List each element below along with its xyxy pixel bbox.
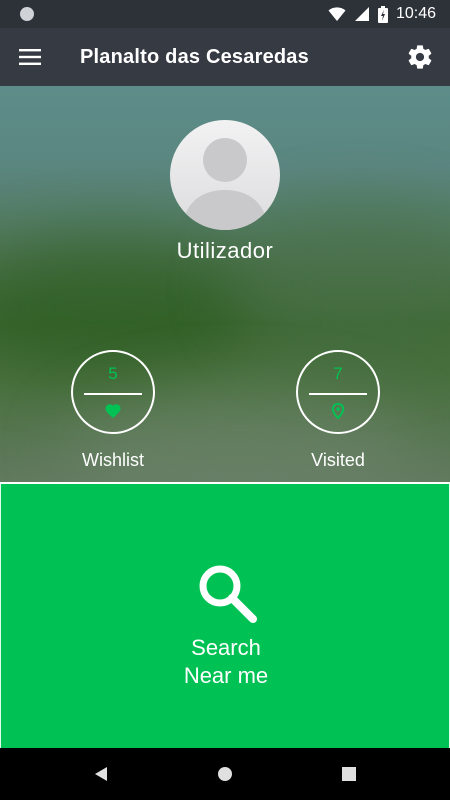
visited-stat[interactable]: 7 xyxy=(296,350,380,434)
wishlist-count: 5 xyxy=(108,364,118,383)
divider xyxy=(84,393,142,395)
divider xyxy=(309,393,367,395)
recents-icon xyxy=(342,767,356,781)
wifi-icon xyxy=(328,7,346,21)
page-title: Planalto das Cesaredas xyxy=(80,45,309,68)
default-avatar-icon xyxy=(182,138,268,230)
search-icon xyxy=(199,565,257,623)
search-label-line1: Search xyxy=(191,635,261,660)
map-pin-icon xyxy=(331,402,345,420)
battery-icon xyxy=(377,5,388,23)
hamburger-menu-icon xyxy=(19,49,41,65)
recents-button[interactable] xyxy=(338,763,360,785)
status-right: 10:46 xyxy=(328,5,436,23)
back-button[interactable] xyxy=(90,763,112,785)
home-button[interactable] xyxy=(214,763,236,785)
background-image-layer xyxy=(230,206,450,366)
navigation-bar xyxy=(0,748,450,800)
search-near-me-button[interactable]: Search Near me xyxy=(0,482,450,748)
profile-header: Utilizador 5 Wishlist 7 Visited xyxy=(0,86,450,482)
signal-icon xyxy=(354,7,369,21)
wishlist-stat[interactable]: 5 xyxy=(71,350,155,434)
back-icon xyxy=(95,767,107,781)
search-label-line2: Near me xyxy=(183,663,269,688)
heart-icon xyxy=(105,404,121,419)
status-bar: 10:46 xyxy=(0,0,450,28)
avatar[interactable] xyxy=(170,120,280,230)
visited-label: Visited xyxy=(311,450,365,470)
gear-icon xyxy=(408,45,432,69)
home-icon xyxy=(218,767,232,781)
status-time: 10:46 xyxy=(395,5,436,22)
search-label: Search Near me xyxy=(1,634,450,690)
settings-button[interactable] xyxy=(390,28,450,86)
wishlist-label: Wishlist xyxy=(82,450,144,470)
app-bar: Planalto das Cesaredas xyxy=(0,28,450,86)
username: Utilizador xyxy=(176,238,274,263)
visited-count: 7 xyxy=(333,364,343,383)
notification-dot-icon xyxy=(20,7,34,21)
status-left xyxy=(20,7,34,21)
menu-button[interactable] xyxy=(0,28,60,86)
